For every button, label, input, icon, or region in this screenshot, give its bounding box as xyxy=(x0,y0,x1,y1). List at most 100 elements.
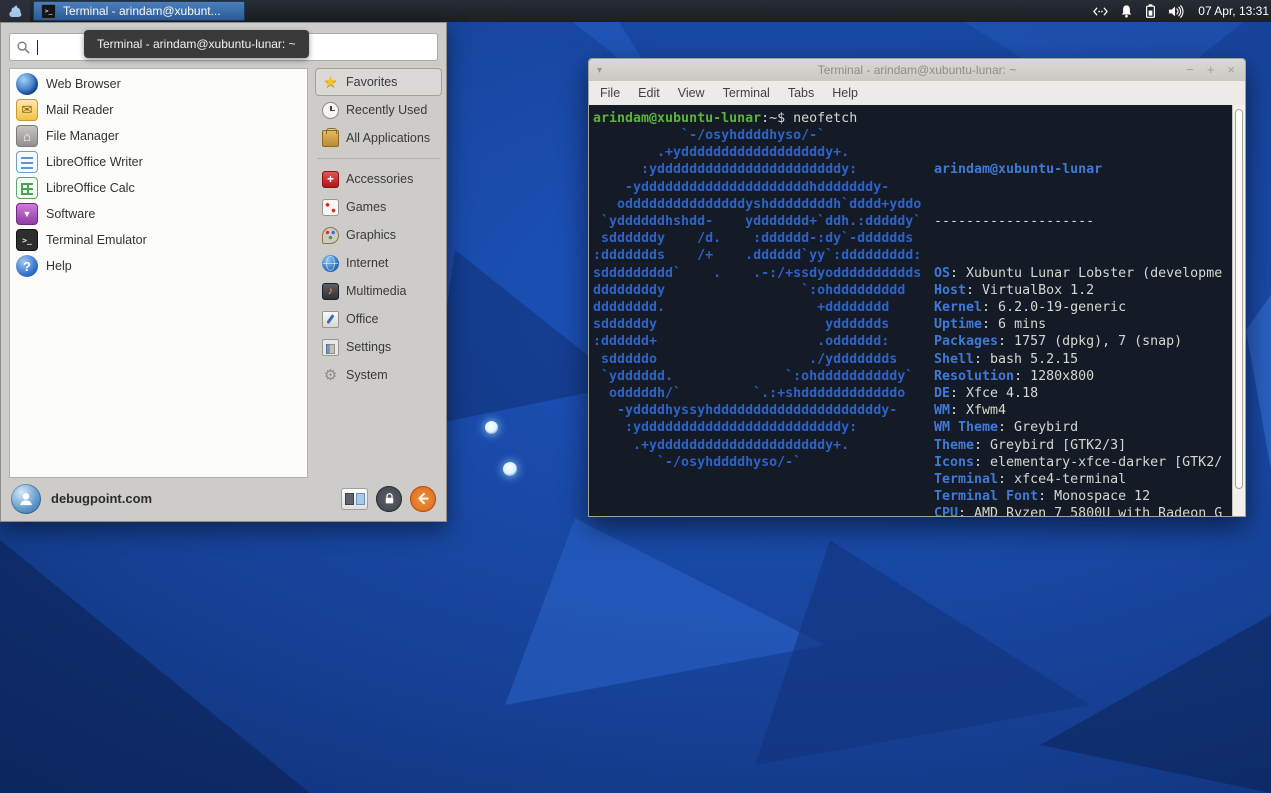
info-value: : Xubuntu Lunar Lobster (developme xyxy=(950,266,1222,281)
prompt-path: :~ xyxy=(761,111,777,126)
lock-screen-button[interactable] xyxy=(376,486,402,512)
maximize-button[interactable]: + xyxy=(1207,59,1215,81)
terminal-content[interactable]: arindam@xubuntu-lunar:~$ neofetch `-/osy… xyxy=(589,105,1232,516)
info-line-icons: Icons: elementary-xfce-darker [GTK2/ xyxy=(934,454,1232,471)
search-icon xyxy=(16,40,31,55)
menu-app-file-manager[interactable]: File Manager xyxy=(10,123,307,149)
clock[interactable]: 07 Apr, 13:31 xyxy=(1198,4,1269,18)
notifications-icon[interactable] xyxy=(1119,4,1134,19)
xubuntu-logo-icon xyxy=(7,4,24,19)
terminal-scrollbar[interactable] xyxy=(1232,105,1245,516)
menu-app-mail-reader[interactable]: Mail Reader xyxy=(10,97,307,123)
info-label: WM xyxy=(934,403,950,418)
menu-category-internet[interactable]: Internet xyxy=(315,249,442,277)
settings-button[interactable] xyxy=(341,488,368,510)
menu-app-libreoffice-writer[interactable]: LibreOffice Writer xyxy=(10,149,307,175)
lock-icon xyxy=(382,491,397,506)
menu-category-office[interactable]: Office xyxy=(315,305,442,333)
info-label: Kernel xyxy=(934,300,982,315)
internet-icon xyxy=(322,255,339,272)
info-label: Packages xyxy=(934,334,998,349)
app-label: File Manager xyxy=(46,129,119,143)
neofetch-info-title: arindam@xubuntu-lunar xyxy=(934,161,1232,178)
calc-icon xyxy=(16,177,38,199)
info-line-shell: Shell: bash 5.2.15 xyxy=(934,351,1232,368)
window-menu-caret-icon[interactable]: ▾ xyxy=(597,65,602,76)
info-value: : Xfce 4.18 xyxy=(950,386,1038,401)
category-label: Office xyxy=(346,312,378,326)
category-label: Graphics xyxy=(346,228,396,242)
log-out-button[interactable] xyxy=(410,486,436,512)
menu-category-games[interactable]: Games xyxy=(315,193,442,221)
terminal-menu-help[interactable]: Help xyxy=(823,86,867,100)
close-button[interactable]: × xyxy=(1227,59,1235,81)
terminal-window: ▾ Terminal - arindam@xubuntu-lunar: ~ − … xyxy=(588,58,1246,517)
menu-category-all-applications[interactable]: All Applications xyxy=(315,124,442,152)
volume-icon[interactable] xyxy=(1167,4,1184,19)
category-label: Games xyxy=(346,200,386,214)
back-arrow-icon xyxy=(416,491,431,506)
info-value: : 6.2.0-19-generic xyxy=(982,300,1126,315)
info-label: Terminal Font xyxy=(934,489,1038,504)
mail-icon xyxy=(16,99,38,121)
terminal-menu-view[interactable]: View xyxy=(669,86,714,100)
terminal-menu-file[interactable]: File xyxy=(591,86,629,100)
menu-category-settings[interactable]: Settings xyxy=(315,333,442,361)
writer-icon xyxy=(16,151,38,173)
menu-category-recently-used[interactable]: Recently Used xyxy=(315,96,442,124)
user-avatar[interactable] xyxy=(11,484,41,514)
info-value: : 1280x800 xyxy=(1014,369,1094,384)
clock-icon xyxy=(322,102,339,119)
settings-icon xyxy=(322,339,339,356)
category-label: Favorites xyxy=(346,75,397,89)
app-label: Web Browser xyxy=(46,77,121,91)
network-icon[interactable] xyxy=(1092,4,1109,19)
category-label: Settings xyxy=(346,340,391,354)
menu-category-graphics[interactable]: Graphics xyxy=(315,221,442,249)
info-value: : Xfwm4 xyxy=(950,403,1006,418)
app-label: Software xyxy=(46,207,95,221)
menu-category-accessories[interactable]: Accessories xyxy=(315,165,442,193)
info-label: Resolution xyxy=(934,369,1014,384)
taskbar-button-terminal[interactable]: Terminal - arindam@xubunt... xyxy=(33,1,245,21)
app-label: LibreOffice Calc xyxy=(46,181,135,195)
multimedia-icon xyxy=(322,283,339,300)
info-value: : 1757 (dpkg), 7 (snap) xyxy=(998,334,1182,349)
prompt-user-host: arindam@xubuntu-lunar xyxy=(593,111,761,126)
menu-category-system[interactable]: System xyxy=(315,361,442,389)
terminal-menu-edit[interactable]: Edit xyxy=(629,86,669,100)
person-icon xyxy=(17,490,35,508)
scrollbar-thumb[interactable] xyxy=(1235,109,1243,489)
app-label: Mail Reader xyxy=(46,103,113,117)
whisker-menu-button[interactable] xyxy=(0,0,30,22)
folder-icon xyxy=(16,125,38,147)
info-line-os: OS: Xubuntu Lunar Lobster (developme xyxy=(934,265,1232,282)
terminal-menu-terminal[interactable]: Terminal xyxy=(714,86,779,100)
office-icon xyxy=(322,311,339,328)
menu-category-multimedia[interactable]: Multimedia xyxy=(315,277,442,305)
minimize-button[interactable]: − xyxy=(1186,59,1194,81)
terminal-titlebar[interactable]: ▾ Terminal - arindam@xubuntu-lunar: ~ − … xyxy=(589,59,1245,81)
info-line-kernel: Kernel: 6.2.0-19-generic xyxy=(934,299,1232,316)
category-list: Favorites Recently Used All Applications Ac… xyxy=(315,68,442,473)
category-label: Internet xyxy=(346,256,388,270)
info-line-de: DE: Xfce 4.18 xyxy=(934,385,1232,402)
terminal-menu-tabs[interactable]: Tabs xyxy=(779,86,823,100)
menu-footer: debugpoint.com xyxy=(1,476,446,521)
graphics-icon xyxy=(322,227,339,244)
menu-category-favorites[interactable]: Favorites xyxy=(315,68,442,96)
info-label: Theme xyxy=(934,438,974,453)
menu-app-software[interactable]: Software xyxy=(10,201,307,227)
info-line-terminal-font: Terminal Font: Monospace 12 xyxy=(934,488,1232,505)
info-label: DE xyxy=(934,386,950,401)
menu-app-help[interactable]: Help xyxy=(10,253,307,279)
app-label: Terminal Emulator xyxy=(46,233,147,247)
battery-icon[interactable] xyxy=(1144,3,1157,19)
category-label: Recently Used xyxy=(346,103,427,117)
menu-app-libreoffice-calc[interactable]: LibreOffice Calc xyxy=(10,175,307,201)
terminal-window-title: Terminal - arindam@xubuntu-lunar: ~ xyxy=(589,63,1245,77)
menu-app-terminal-emulator[interactable]: Terminal Emulator xyxy=(10,227,307,253)
menu-app-web-browser[interactable]: Web Browser xyxy=(10,71,307,97)
system-tray: 07 Apr, 13:31 xyxy=(1092,3,1271,19)
info-label: Icons xyxy=(934,455,974,470)
